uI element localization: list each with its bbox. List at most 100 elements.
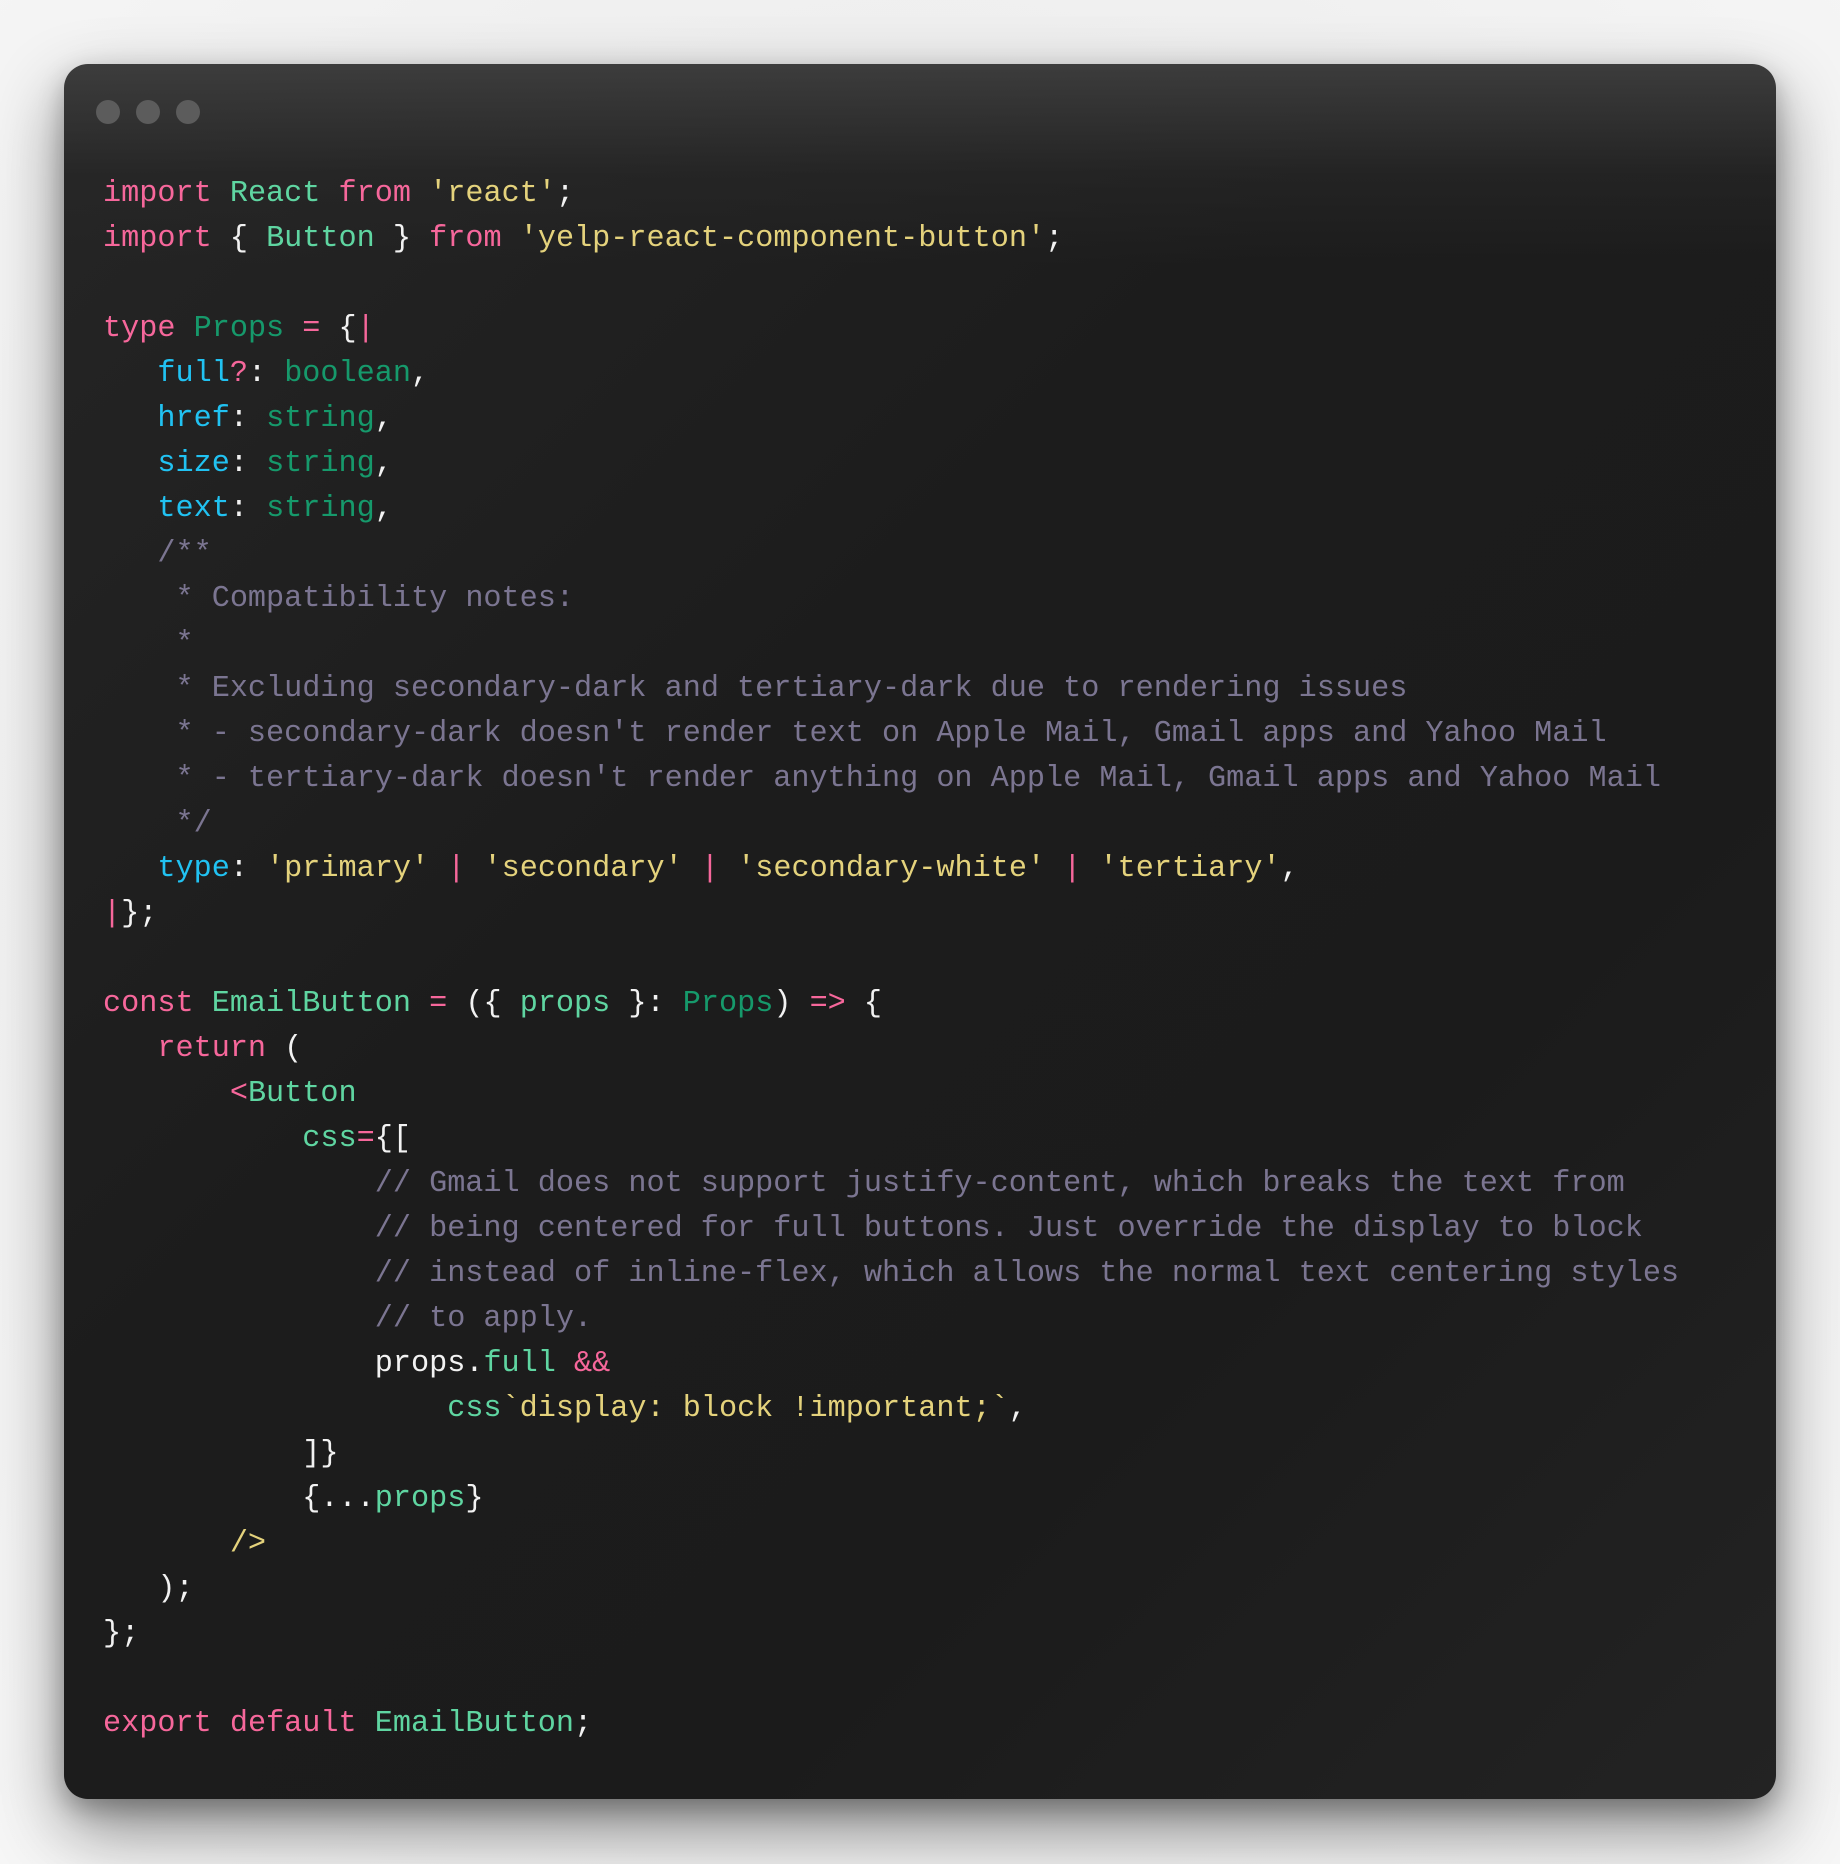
comment-token: /**: [157, 537, 212, 571]
code-line: props.full &&: [103, 1342, 1679, 1387]
code-line: */: [103, 802, 1679, 847]
punctuation-token: ,: [1008, 1392, 1027, 1426]
code-line: const EmailButton = ({ props }: Props) =…: [103, 982, 1679, 1027]
punctuation-token: [175, 312, 193, 346]
punctuation-token: [357, 1707, 375, 1741]
code-line: * - secondary-dark doesn't render text o…: [103, 712, 1679, 757]
punctuation-token: :: [247, 357, 285, 391]
identifier-token: full: [483, 1347, 556, 1381]
code-line: size: string,: [103, 442, 1679, 487]
keyword-token: return: [157, 1032, 267, 1066]
keyword-token: from: [338, 177, 411, 211]
comment-token: // instead of inline-flex, which allows …: [374, 1257, 1680, 1291]
keyword-token: =: [356, 1122, 375, 1156]
code-line: };: [103, 1612, 1679, 1657]
punctuation-token: [411, 987, 429, 1021]
string-token: 'tertiary': [1099, 852, 1281, 886]
property-token: href: [157, 402, 230, 436]
code-line: css`display: block !important;`,: [103, 1387, 1679, 1432]
pipe-token: |: [1063, 852, 1082, 886]
code-line: /**: [103, 532, 1679, 577]
keyword-token: =>: [809, 987, 846, 1021]
keyword-token: <: [229, 1077, 248, 1111]
punctuation-token: [284, 312, 302, 346]
keyword-token: =: [429, 987, 448, 1021]
comment-token: *: [175, 627, 194, 661]
keyword-token: import: [103, 222, 212, 256]
code-line: // Gmail does not support justify-conten…: [103, 1162, 1679, 1207]
identifier-token: css: [447, 1392, 502, 1426]
identifier-token: React: [229, 177, 321, 211]
identifier-token: Button: [266, 222, 375, 256]
punctuation-token: {: [845, 987, 883, 1021]
punctuation-token: }: [465, 1482, 484, 1516]
code-line: // to apply.: [103, 1297, 1679, 1342]
code-line: <Button: [103, 1072, 1679, 1117]
keyword-token: type: [103, 312, 176, 346]
close-dot-icon[interactable]: [96, 100, 120, 124]
comment-token: * Excluding secondary-dark and tertiary-…: [175, 672, 1408, 706]
type-token: Props: [193, 312, 285, 346]
string-token: 'yelp-react-component-button': [519, 222, 1046, 256]
code-line: import React from 'react';: [103, 172, 1679, 217]
comment-token: * - secondary-dark doesn't render text o…: [175, 717, 1607, 751]
code-window: import React from 'react'; import { Butto…: [64, 64, 1776, 1799]
type-token: Props: [682, 987, 774, 1021]
punctuation-token: };: [103, 1617, 140, 1651]
punctuation-token: ]}: [302, 1437, 339, 1471]
zoom-dot-icon[interactable]: [176, 100, 200, 124]
property-token: text: [157, 492, 230, 526]
punctuation-token: [411, 177, 429, 211]
identifier-token: props: [374, 1482, 466, 1516]
punctuation-token: ,: [411, 357, 430, 391]
string-token: />: [229, 1527, 267, 1561]
property-token: type: [157, 852, 230, 886]
keyword-token: ?: [229, 357, 248, 391]
pipe-token: |: [700, 852, 720, 886]
punctuation-token: {: [320, 312, 357, 346]
punctuation-token: :: [229, 402, 267, 436]
punctuation-token: );: [157, 1572, 194, 1606]
type-token: string: [266, 492, 375, 526]
punctuation-token: [502, 222, 520, 256]
punctuation-token: }: [374, 222, 430, 256]
code-line: {...props}: [103, 1477, 1679, 1522]
keyword-token: =: [302, 312, 321, 346]
keyword-token: &&: [574, 1347, 611, 1381]
punctuation-token: props: [374, 1347, 466, 1381]
punctuation-token: [465, 852, 483, 886]
type-token: string: [266, 447, 375, 481]
comment-token: * - tertiary-dark doesn't render anythin…: [175, 762, 1661, 796]
punctuation-token: [556, 1347, 574, 1381]
comment-token: // to apply.: [374, 1302, 593, 1336]
minimize-dot-icon[interactable]: [136, 100, 160, 124]
identifier-token: EmailButton: [211, 987, 411, 1021]
punctuation-token: [1081, 852, 1099, 886]
string-token: 'react': [429, 177, 556, 211]
comment-token: */: [175, 807, 212, 841]
code-line: // being centered for full buttons. Just…: [103, 1207, 1679, 1252]
code-line: text: string,: [103, 487, 1679, 532]
punctuation-token: .: [465, 1347, 484, 1381]
code-line: type: 'primary' | 'secondary' | 'seconda…: [103, 847, 1679, 892]
punctuation-token: :: [229, 852, 267, 886]
punctuation-token: [320, 177, 338, 211]
punctuation-token: ;: [574, 1707, 593, 1741]
property-token: full: [157, 357, 230, 391]
keyword-token: const: [103, 987, 194, 1021]
punctuation-token: }:: [610, 987, 683, 1021]
